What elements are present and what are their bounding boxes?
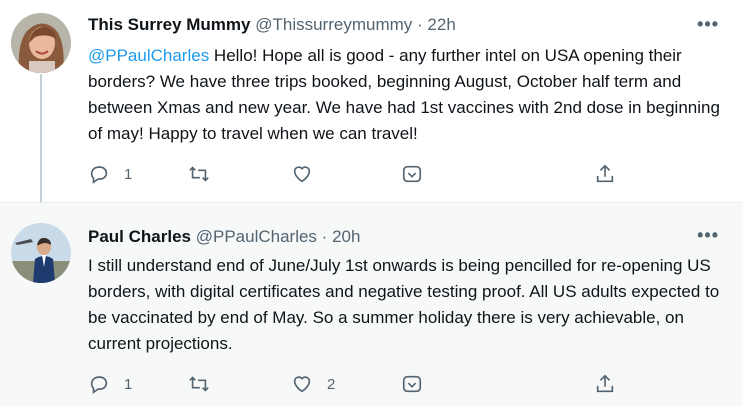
retweet-icon: [189, 166, 209, 182]
tweet-menu-button[interactable]: [401, 369, 423, 399]
reply-count: 1: [124, 165, 133, 183]
tweet-header: Paul Charles @PPaulCharles · 20h: [88, 227, 683, 247]
share-button[interactable]: [594, 159, 616, 189]
reply-count: 1: [124, 375, 133, 393]
avatar[interactable]: [11, 223, 71, 283]
reply-icon: [90, 376, 108, 394]
share-button[interactable]: [594, 369, 616, 399]
retweet-button[interactable]: [188, 369, 224, 399]
action-bar: 1 2: [88, 369, 628, 399]
tweet-menu-button[interactable]: [401, 159, 423, 189]
mention-link[interactable]: @PPaulCharles: [88, 46, 209, 65]
tweet-text: I still understand end of June/July 1st …: [88, 256, 720, 353]
share-icon: [596, 164, 614, 183]
reply-icon: [90, 166, 108, 184]
action-bar: 1: [88, 159, 628, 189]
tweet[interactable]: Paul Charles @PPaulCharles · 20h ••• I s…: [0, 202, 743, 406]
share-icon: [596, 374, 614, 393]
more-options-icon[interactable]: •••: [697, 225, 719, 246]
author-name[interactable]: This Surrey Mummy: [88, 15, 251, 34]
author-handle[interactable]: @Thissurreymummy: [255, 15, 412, 34]
retweet-icon: [189, 376, 209, 392]
separator: ·: [321, 227, 328, 246]
chevron-down-icon: [402, 165, 422, 183]
tweet-header: This Surrey Mummy @Thissurreymummy · 22h: [88, 15, 683, 35]
heart-icon: [293, 376, 311, 393]
heart-icon: [293, 166, 311, 183]
tweet[interactable]: This Surrey Mummy @Thissurreymummy · 22h…: [0, 0, 743, 202]
author-name[interactable]: Paul Charles: [88, 227, 191, 246]
avatar[interactable]: [11, 13, 71, 73]
author-handle[interactable]: @PPaulCharles: [196, 227, 317, 246]
like-button[interactable]: [291, 159, 327, 189]
timestamp[interactable]: 20h: [332, 227, 360, 246]
reply-button[interactable]: 1: [88, 369, 132, 399]
like-count: 2: [327, 375, 336, 393]
timestamp[interactable]: 22h: [427, 15, 455, 34]
chevron-down-icon: [402, 375, 422, 393]
reply-button[interactable]: 1: [88, 159, 132, 189]
tweet-text: @PPaulCharles Hello! Hope all is good - …: [88, 43, 728, 147]
separator: ·: [417, 15, 423, 34]
retweet-button[interactable]: [188, 159, 224, 189]
more-options-icon[interactable]: •••: [697, 14, 719, 35]
thread-line: [40, 74, 42, 202]
like-button[interactable]: 2: [291, 369, 335, 399]
